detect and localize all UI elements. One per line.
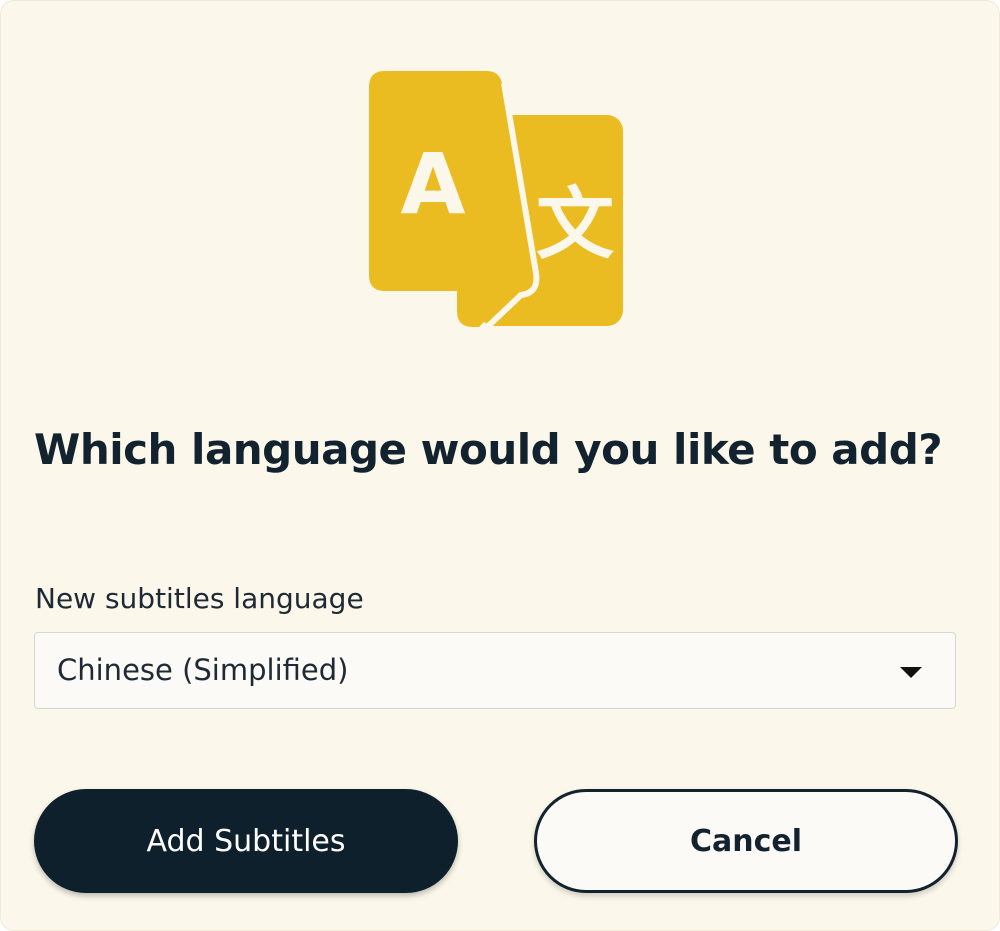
language-select[interactable]: Chinese (Simplified) — [34, 632, 956, 709]
add-subtitles-button[interactable]: Add Subtitles — [34, 789, 458, 893]
caret-down-icon — [900, 667, 922, 678]
language-field-label: New subtitles language — [35, 582, 364, 615]
dialog-title: Which language would you like to add? — [34, 425, 943, 474]
translate-icon: A 文 — [369, 71, 623, 331]
add-language-dialog: A 文 Which language would you like to add… — [0, 0, 1000, 931]
letter-a-glyph: A — [400, 135, 465, 233]
language-select-value: Chinese (Simplified) — [57, 653, 349, 687]
chinese-glyph: 文 — [536, 180, 614, 270]
cancel-button[interactable]: Cancel — [534, 789, 958, 893]
